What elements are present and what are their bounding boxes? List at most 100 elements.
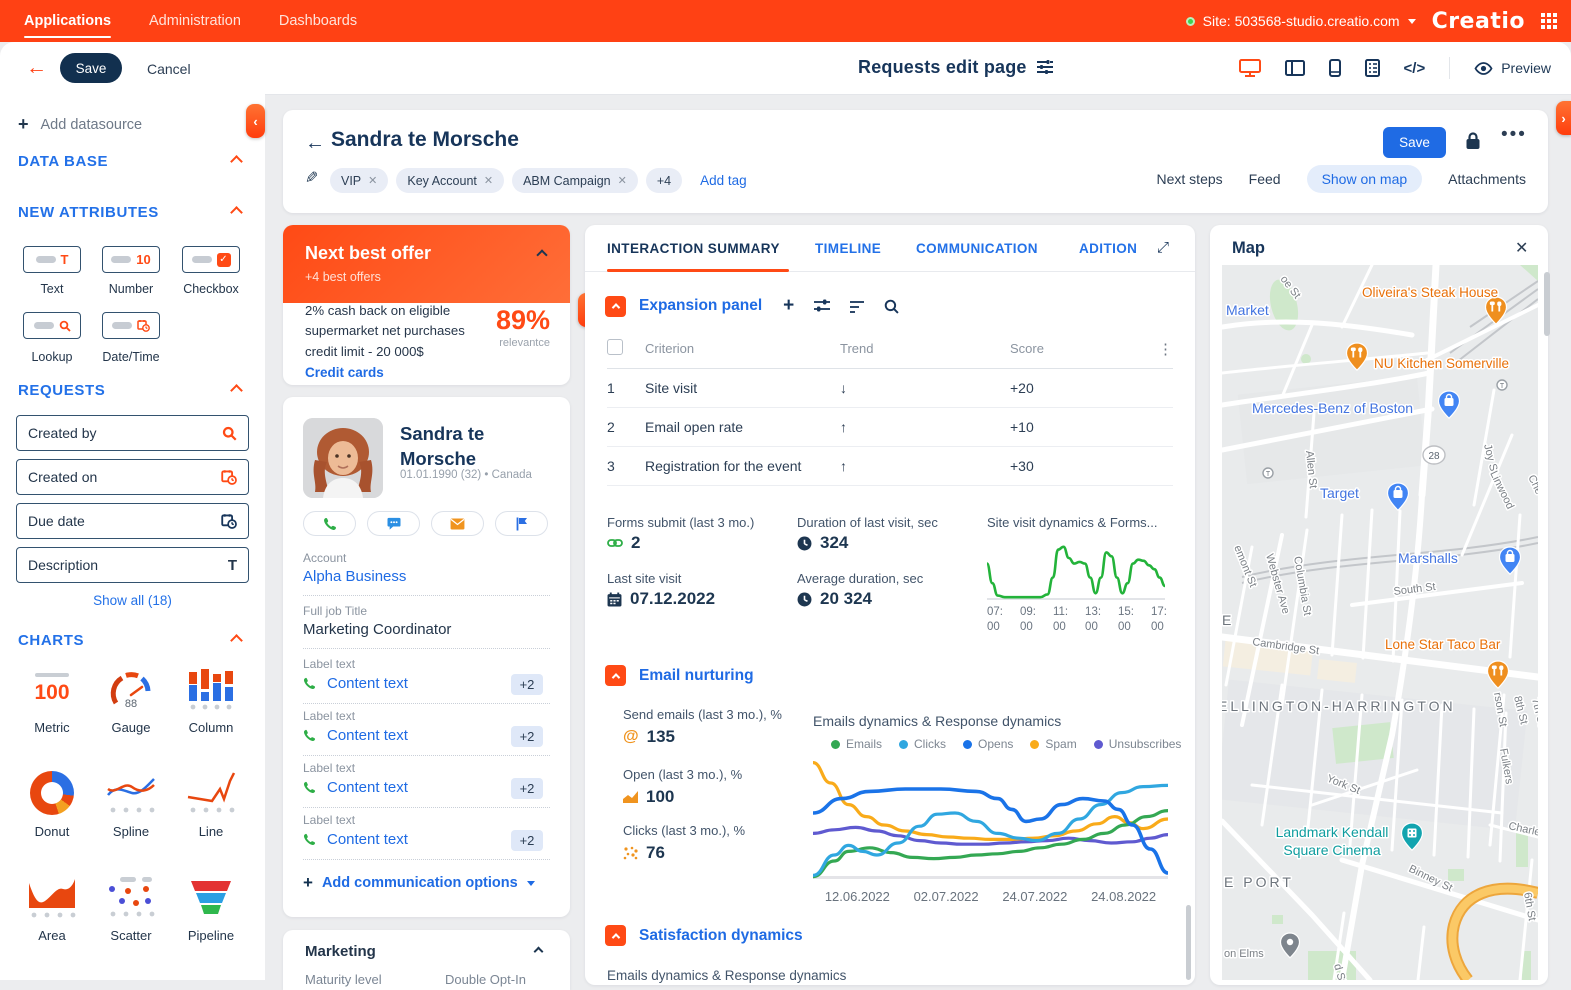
view-attachments[interactable]: Attachments	[1448, 171, 1526, 187]
tab-communication[interactable]: COMMUNICATION	[916, 241, 1038, 256]
comm-value-link[interactable]: Content text	[327, 831, 408, 848]
cancel-button[interactable]: Cancel	[147, 61, 191, 77]
comm-value-link[interactable]: Content text	[327, 779, 408, 796]
call-button[interactable]	[303, 511, 356, 536]
page-settings-icon[interactable]	[1036, 59, 1054, 80]
add-communication-options[interactable]: + Add communication options	[303, 873, 535, 893]
collapse-chevron-icon[interactable]	[230, 634, 243, 647]
section-requests[interactable]: REQUESTS	[18, 382, 105, 399]
filter-icon[interactable]	[850, 300, 864, 313]
attribute-number-tile[interactable]: 10	[102, 246, 160, 273]
collapse-chevron-icon[interactable]	[605, 925, 626, 946]
show-all-link[interactable]: Show all (18)	[0, 593, 265, 608]
attribute-checkbox-tile[interactable]: ✓	[182, 246, 240, 273]
comm-value-link[interactable]: Content text	[327, 727, 408, 744]
tag-pill[interactable]: VIP✕	[330, 168, 388, 193]
sidebar-collapse-handle[interactable]: ‹	[246, 104, 265, 138]
tag-pill[interactable]: ABM Campaign✕	[512, 168, 638, 193]
site-selector[interactable]: Site: 503568-studio.creatio.com	[1186, 13, 1416, 29]
comm-value-link[interactable]: Content text	[327, 675, 408, 692]
add-tag-link[interactable]: Add tag	[700, 173, 747, 188]
lock-icon[interactable]	[1465, 132, 1481, 155]
email-nurturing-title[interactable]: Email nurturing	[639, 667, 754, 685]
chart-scatter-tile[interactable]	[105, 874, 157, 920]
nav-applications[interactable]: Applications	[24, 0, 111, 42]
chart-gauge-tile[interactable]: 88	[105, 666, 157, 712]
comm-more-badge[interactable]: +2	[511, 778, 543, 799]
tag-pill[interactable]: Key Account✕	[396, 168, 504, 193]
apps-grid-icon[interactable]	[1541, 13, 1557, 29]
email-button[interactable]	[431, 511, 484, 536]
flag-button[interactable]	[495, 511, 548, 536]
view-feed[interactable]: Feed	[1249, 171, 1281, 187]
more-tags-pill[interactable]: +4	[646, 168, 682, 193]
card-scrollbar[interactable]	[1186, 905, 1191, 980]
comm-more-badge[interactable]: +2	[511, 830, 543, 851]
account-link[interactable]: Alpha Business	[303, 568, 406, 585]
view-next-steps[interactable]: Next steps	[1157, 171, 1223, 187]
add-icon[interactable]: +	[783, 295, 794, 317]
table-menu-icon[interactable]: ⋮	[1158, 341, 1173, 358]
chat-button[interactable]	[367, 511, 420, 536]
attribute-text-tile[interactable]: T	[23, 246, 81, 273]
tab-interaction-summary[interactable]: INTERACTION SUMMARY	[607, 241, 780, 256]
field-due-date[interactable]: Due date	[16, 503, 249, 539]
chart-metric-tile[interactable]: 100	[26, 666, 78, 712]
view-show-on-map[interactable]: Show on map	[1307, 165, 1423, 193]
section-database[interactable]: DATA BASE	[18, 153, 108, 170]
tab-adition[interactable]: ADITION	[1079, 241, 1137, 256]
chart-donut-tile[interactable]	[26, 770, 78, 816]
chart-spline-tile[interactable]	[105, 770, 157, 816]
field-created-by[interactable]: Created by	[16, 415, 249, 451]
collapse-chevron-icon[interactable]	[536, 249, 547, 260]
col-trend[interactable]: Trend	[840, 333, 1010, 369]
collapse-chevron-icon[interactable]	[230, 206, 243, 219]
attribute-lookup-tile[interactable]	[23, 312, 81, 339]
preview-button[interactable]: Preview	[1474, 60, 1551, 76]
collapse-chevron-icon[interactable]	[534, 947, 544, 957]
satisfaction-title[interactable]: Satisfaction dynamics	[639, 927, 803, 945]
code-view-icon[interactable]: </>	[1404, 60, 1426, 77]
field-description[interactable]: Description T	[16, 547, 249, 583]
save-button[interactable]: Save	[60, 53, 122, 83]
collapse-chevron-icon[interactable]	[230, 384, 243, 397]
record-back-icon[interactable]: ←	[305, 132, 325, 155]
chart-pipeline-tile[interactable]	[185, 874, 237, 920]
comm-more-badge[interactable]: +2	[511, 726, 543, 747]
expansion-panel-title[interactable]: Expansion panel	[639, 297, 762, 315]
map-canvas[interactable]: T T 28 oe St Joy St Allen St Linwoo	[1222, 265, 1538, 980]
table-row[interactable]: 3 Registration for the event ↑ +30	[607, 447, 1173, 486]
table-row[interactable]: 1 Site visit ↓ +20	[607, 369, 1173, 408]
right-edge-handle[interactable]: ›	[1556, 101, 1571, 135]
col-score[interactable]: Score	[1010, 333, 1149, 369]
page-scrollbar[interactable]	[1544, 272, 1550, 336]
back-arrow-icon[interactable]: ←	[26, 56, 47, 80]
collapse-chevron-icon[interactable]	[230, 155, 243, 168]
split-view-icon[interactable]	[1285, 60, 1305, 76]
select-all-checkbox[interactable]	[607, 339, 623, 355]
comm-more-badge[interactable]: +2	[511, 674, 543, 695]
collapse-chevron-icon[interactable]	[605, 296, 626, 317]
desktop-view-icon[interactable]	[1239, 59, 1261, 77]
form-settings-icon[interactable]	[1365, 59, 1380, 77]
chart-area-tile[interactable]	[26, 874, 78, 920]
collapse-chevron-icon[interactable]	[605, 665, 626, 686]
nav-administration[interactable]: Administration	[149, 0, 241, 42]
col-criterion[interactable]: Criterion	[645, 333, 840, 369]
nav-dashboards[interactable]: Dashboards	[279, 0, 357, 42]
credit-cards-link[interactable]: Credit cards	[305, 365, 384, 380]
section-new-attributes[interactable]: NEW ATTRIBUTES	[18, 204, 159, 221]
remove-tag-icon[interactable]: ✕	[484, 174, 493, 187]
table-row[interactable]: 2 Email open rate ↑ +10	[607, 408, 1173, 447]
add-datasource-button[interactable]: + Add datasource	[18, 114, 142, 135]
close-icon[interactable]: ✕	[1515, 238, 1528, 258]
chart-line-tile[interactable]	[185, 770, 237, 816]
remove-tag-icon[interactable]: ✕	[368, 174, 377, 187]
tune-icon[interactable]	[814, 299, 830, 313]
section-charts[interactable]: CHARTS	[18, 632, 84, 649]
chart-column-tile[interactable]	[185, 666, 237, 712]
phone-view-icon[interactable]	[1329, 59, 1341, 77]
attribute-datetime-tile[interactable]	[102, 312, 160, 339]
record-save-button[interactable]: Save	[1383, 127, 1446, 158]
search-icon[interactable]	[884, 299, 899, 314]
